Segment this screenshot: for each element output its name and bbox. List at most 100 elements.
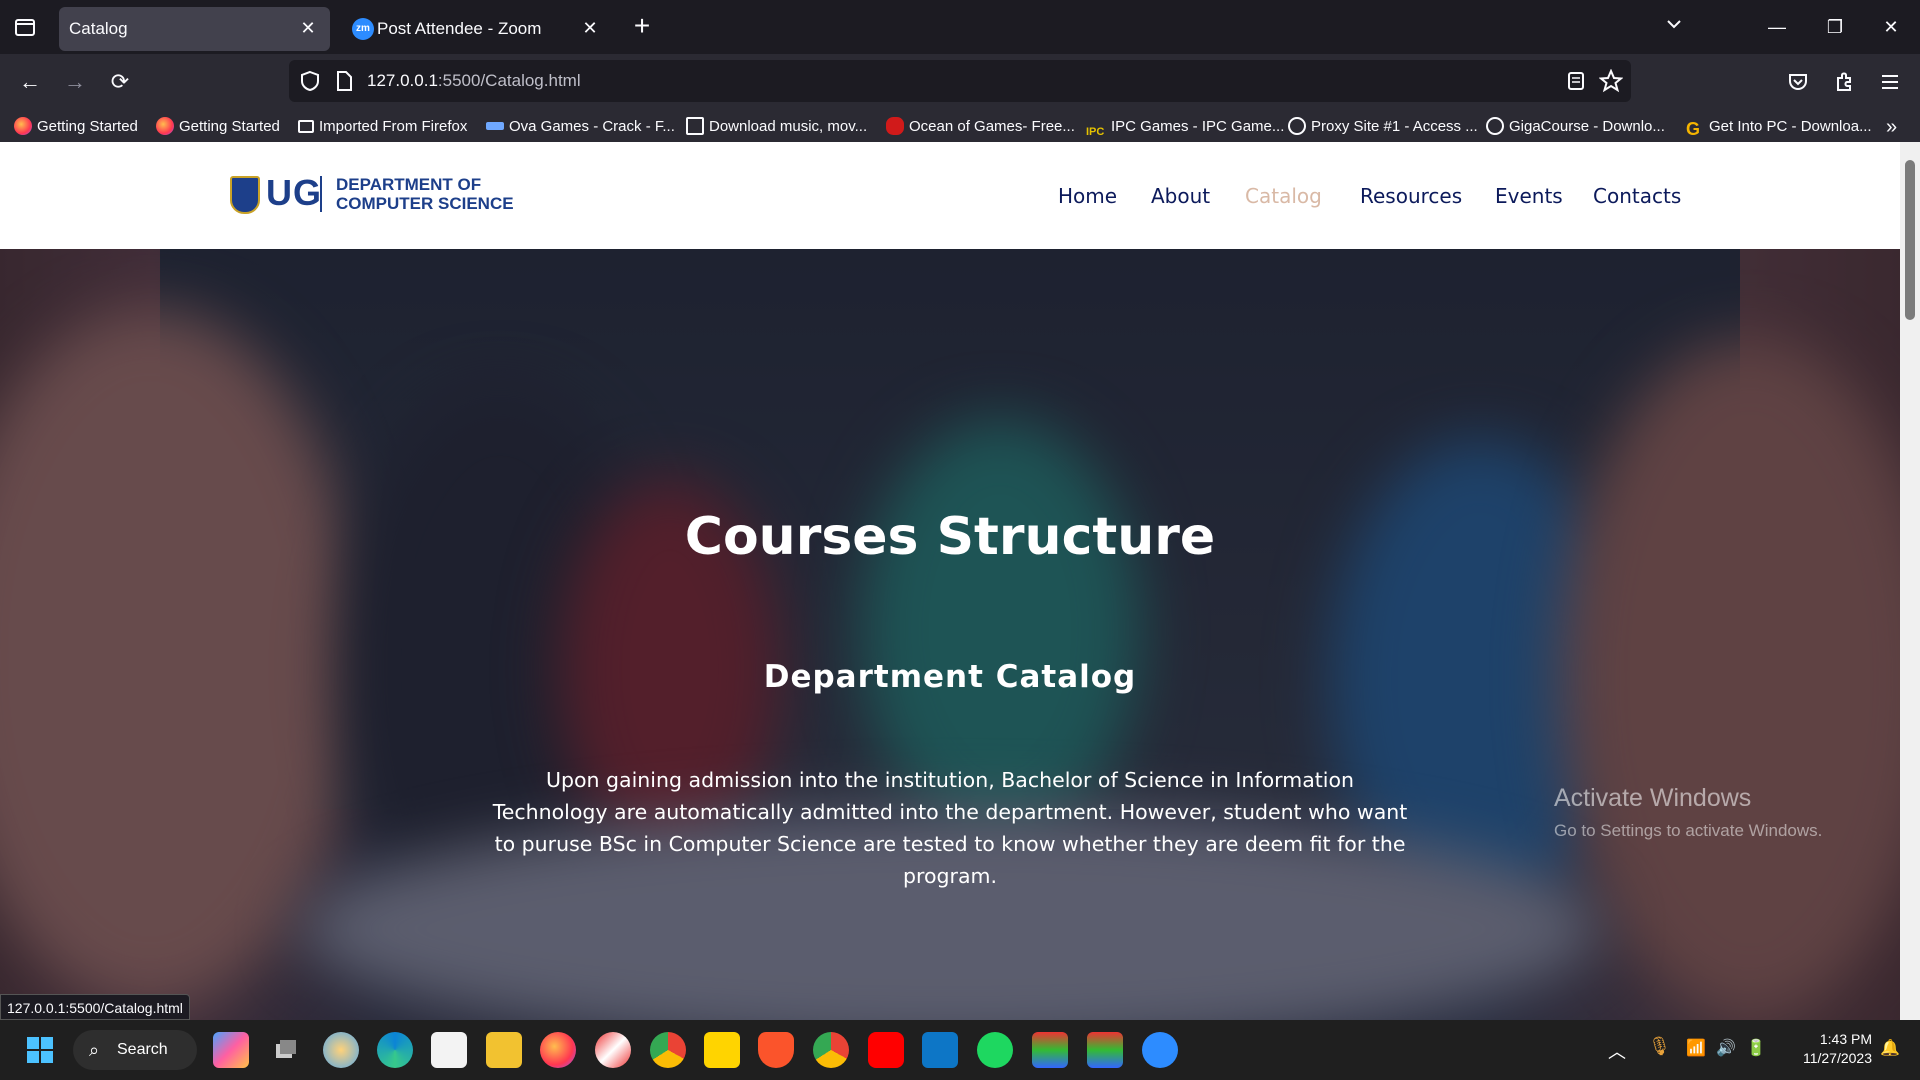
bookmark-label: Proxy Site #1 - Access ... — [1311, 118, 1478, 135]
nav-events[interactable]: Events — [1495, 184, 1563, 208]
bookmark-star-icon[interactable] — [1599, 69, 1623, 93]
chevron-down-icon — [1667, 20, 1681, 29]
bookmark-item[interactable]: G Get Into PC - Downloa... — [1686, 115, 1872, 139]
hamburger-menu-icon[interactable] — [1878, 70, 1902, 94]
restore-button[interactable]: ❐ — [1815, 10, 1855, 44]
bookmark-item[interactable]: IPC IPC Games - IPC Game... — [1086, 115, 1284, 139]
microphone-icon[interactable]: 🎙 — [1648, 1036, 1671, 1057]
firefox-icon — [14, 117, 32, 135]
edge-icon[interactable] — [377, 1032, 413, 1068]
nav-catalog[interactable]: Catalog — [1245, 184, 1322, 208]
wifi-icon[interactable]: 📶 — [1686, 1038, 1706, 1058]
bookmark-item[interactable]: Getting Started — [156, 115, 280, 139]
taskbar-clock[interactable]: 1:43 PM 11/27/2023 — [1784, 1030, 1872, 1068]
ipc-games-icon: IPC — [1086, 120, 1106, 138]
pocket-icon[interactable] — [1786, 70, 1810, 94]
page-scrollbar[interactable] — [1900, 142, 1920, 1020]
globe-icon — [1486, 117, 1504, 135]
reader-view-icon[interactable] — [1565, 70, 1587, 92]
nav-home[interactable]: Home — [1058, 184, 1117, 208]
site-header: UG DEPARTMENT OF COMPUTER SCIENCE Home A… — [0, 142, 1900, 249]
url-path: :5500/Catalog.html — [437, 71, 581, 90]
link-status-bar: 127.0.0.1:5500/Catalog.html — [0, 994, 190, 1020]
bookmark-item[interactable]: Download music, mov... — [686, 115, 867, 139]
close-window-button[interactable]: ✕ — [1871, 10, 1911, 44]
nav-about[interactable]: About — [1151, 184, 1210, 208]
forward-button[interactable]: → — [59, 66, 91, 98]
globe-icon — [1288, 117, 1306, 135]
download-site-icon — [686, 117, 704, 135]
zoom-favicon-icon: zm — [352, 18, 374, 40]
reload-button[interactable]: ⟳ — [104, 66, 136, 98]
address-bar[interactable]: 127.0.0.1:5500/Catalog.html — [289, 60, 1631, 102]
get-into-pc-icon: G — [1686, 119, 1701, 139]
widgets-icon[interactable] — [323, 1032, 359, 1068]
windows-logo-icon — [27, 1037, 53, 1063]
bookmark-item[interactable]: Proxy Site #1 - Access ... — [1288, 115, 1478, 139]
folder-icon — [298, 120, 314, 133]
windows-taskbar: ⌕ Search ︿ 🎙 📶 🔊 🔋 1:43 PM 11/27/2023 🔔 — [0, 1020, 1920, 1080]
firefox-icon — [156, 117, 174, 135]
tab-title: Post Attendee - Zoom — [377, 19, 542, 38]
start-button[interactable] — [22, 1032, 58, 1068]
nav-contacts[interactable]: Contacts — [1593, 184, 1681, 208]
tab-close-button[interactable]: ✕ — [296, 16, 320, 40]
task-view-icon[interactable] — [268, 1032, 304, 1068]
zoom-icon[interactable] — [1142, 1032, 1178, 1068]
app-icon[interactable] — [595, 1032, 631, 1068]
bookmark-label: Imported From Firefox — [319, 118, 468, 135]
brave-icon[interactable] — [758, 1032, 794, 1068]
bookmark-item[interactable]: Getting Started — [14, 115, 138, 139]
bookmark-label: Ova Games - Crack - F... — [509, 118, 675, 135]
tab-overflow-button[interactable] — [1654, 10, 1694, 44]
list-all-tabs-button[interactable] — [10, 12, 40, 42]
chrome-icon[interactable] — [813, 1032, 849, 1068]
url-host: 127.0.0.1 — [367, 71, 438, 90]
firefox-taskbar-icon[interactable] — [540, 1032, 576, 1068]
volume-icon[interactable]: 🔊 — [1716, 1038, 1736, 1058]
hero-title: Courses Structure — [684, 507, 1216, 567]
minimize-button[interactable]: — — [1757, 10, 1797, 44]
nav-resources[interactable]: Resources — [1360, 184, 1462, 208]
notification-bell-icon[interactable]: 🔔 — [1880, 1038, 1900, 1058]
hero-subtitle: Department Catalog — [763, 659, 1137, 695]
file-explorer-icon[interactable] — [486, 1032, 522, 1068]
spotify-icon[interactable] — [977, 1032, 1013, 1068]
bookmark-item[interactable]: Ocean of Games- Free... — [886, 115, 1075, 139]
bookmark-label: Ocean of Games- Free... — [909, 118, 1075, 135]
taskbar-search[interactable]: ⌕ Search — [73, 1030, 197, 1070]
winrar-icon[interactable] — [1087, 1032, 1123, 1068]
bookmarks-toolbar: Getting Started Getting Started Imported… — [0, 110, 1920, 142]
youtube-icon[interactable] — [868, 1032, 904, 1068]
winrar-icon[interactable] — [1032, 1032, 1068, 1068]
clock-time: 1:43 PM — [1819, 1031, 1872, 1047]
hero-section: Courses Structure Department Catalog Upo… — [0, 249, 1900, 1020]
sticky-notes-icon[interactable] — [704, 1032, 740, 1068]
microsoft-store-icon[interactable] — [431, 1032, 467, 1068]
tab-list-icon — [15, 19, 35, 36]
bookmark-item[interactable]: GigaCourse - Downlo... — [1486, 115, 1665, 139]
tab-catalog[interactable]: Catalog ✕ — [59, 7, 330, 51]
shield-icon[interactable] — [299, 70, 321, 92]
tray-overflow-chevron-up-icon[interactable]: ︿ — [1608, 1038, 1626, 1064]
more-bookmarks-button[interactable]: » — [1886, 115, 1897, 139]
page-icon — [337, 71, 352, 91]
clock-date: 11/27/2023 — [1802, 1050, 1872, 1066]
bookmark-item[interactable]: Imported From Firefox — [298, 115, 467, 139]
extensions-icon[interactable] — [1832, 70, 1856, 94]
back-button[interactable]: ← — [14, 66, 46, 98]
copilot-icon[interactable] — [213, 1032, 249, 1068]
tab-close-button[interactable]: ✕ — [578, 16, 602, 40]
battery-icon[interactable]: 🔋 — [1746, 1038, 1766, 1058]
bookmark-label: Getting Started — [179, 118, 280, 135]
chrome-icon[interactable] — [650, 1032, 686, 1068]
ova-games-icon — [486, 122, 504, 130]
scrollbar-thumb[interactable] — [1905, 160, 1915, 320]
bookmark-item[interactable]: Ova Games - Crack - F... — [486, 115, 675, 139]
logo-ug: UG — [266, 172, 322, 213]
new-tab-button[interactable]: + — [626, 12, 658, 44]
bookmark-label: Download music, mov... — [709, 118, 868, 135]
vscode-icon[interactable] — [922, 1032, 958, 1068]
tab-zoom[interactable]: zm Post Attendee - Zoom ✕ — [340, 7, 612, 51]
tab-title: Catalog — [69, 19, 128, 38]
